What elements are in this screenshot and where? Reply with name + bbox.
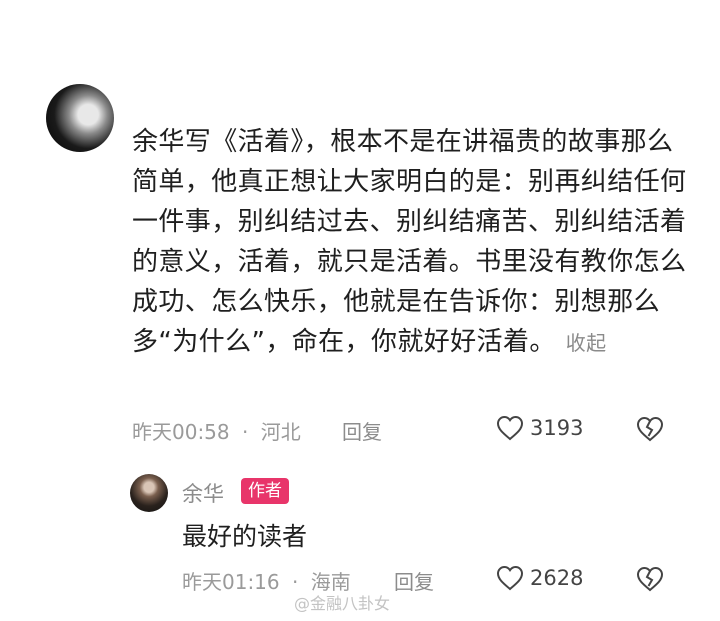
reply-button[interactable]: 回复 (342, 416, 382, 445)
author-badge: 作者 (241, 478, 289, 504)
avatar[interactable] (46, 84, 114, 152)
reply-author-name[interactable]: 余华 (182, 478, 224, 508)
comment-meta: 昨天00:58 · 河北 (132, 416, 301, 445)
comment-time: 昨天00:58 (132, 420, 230, 444)
reply-text: 最好的读者 (182, 522, 308, 551)
reply-like-count: 2628 (530, 566, 584, 590)
heart-icon (496, 415, 524, 441)
reply-avatar[interactable] (130, 474, 168, 512)
comment-body: 余华写《活着》，根本不是在讲福贵的故事那么简单，他真正想让大家明白的是：别再纠结… (132, 122, 687, 363)
heart-broken-icon[interactable] (636, 415, 664, 443)
heart-broken-icon[interactable] (636, 565, 664, 593)
watermark: @金融八卦女 (294, 594, 391, 613)
like-count: 3193 (530, 416, 584, 440)
comment-location: 河北 (260, 420, 301, 444)
reply-like-button[interactable]: 2628 (496, 565, 583, 591)
comment-card: 余华写《活着》，根本不是在讲福贵的故事那么简单，他真正想让大家明白的是：别再纠结… (10, 22, 710, 613)
collapse-link[interactable]: 收起 (566, 331, 607, 355)
meta-separator: · (242, 420, 249, 444)
comment-text: 余华写《活着》，根本不是在讲福贵的故事那么简单，他真正想让大家明白的是：别再纠结… (132, 127, 687, 357)
reply-time: 昨天01:16 (182, 570, 280, 594)
reply-reply-button[interactable]: 回复 (394, 566, 434, 595)
heart-icon (496, 565, 524, 591)
like-button[interactable]: 3193 (496, 415, 583, 441)
